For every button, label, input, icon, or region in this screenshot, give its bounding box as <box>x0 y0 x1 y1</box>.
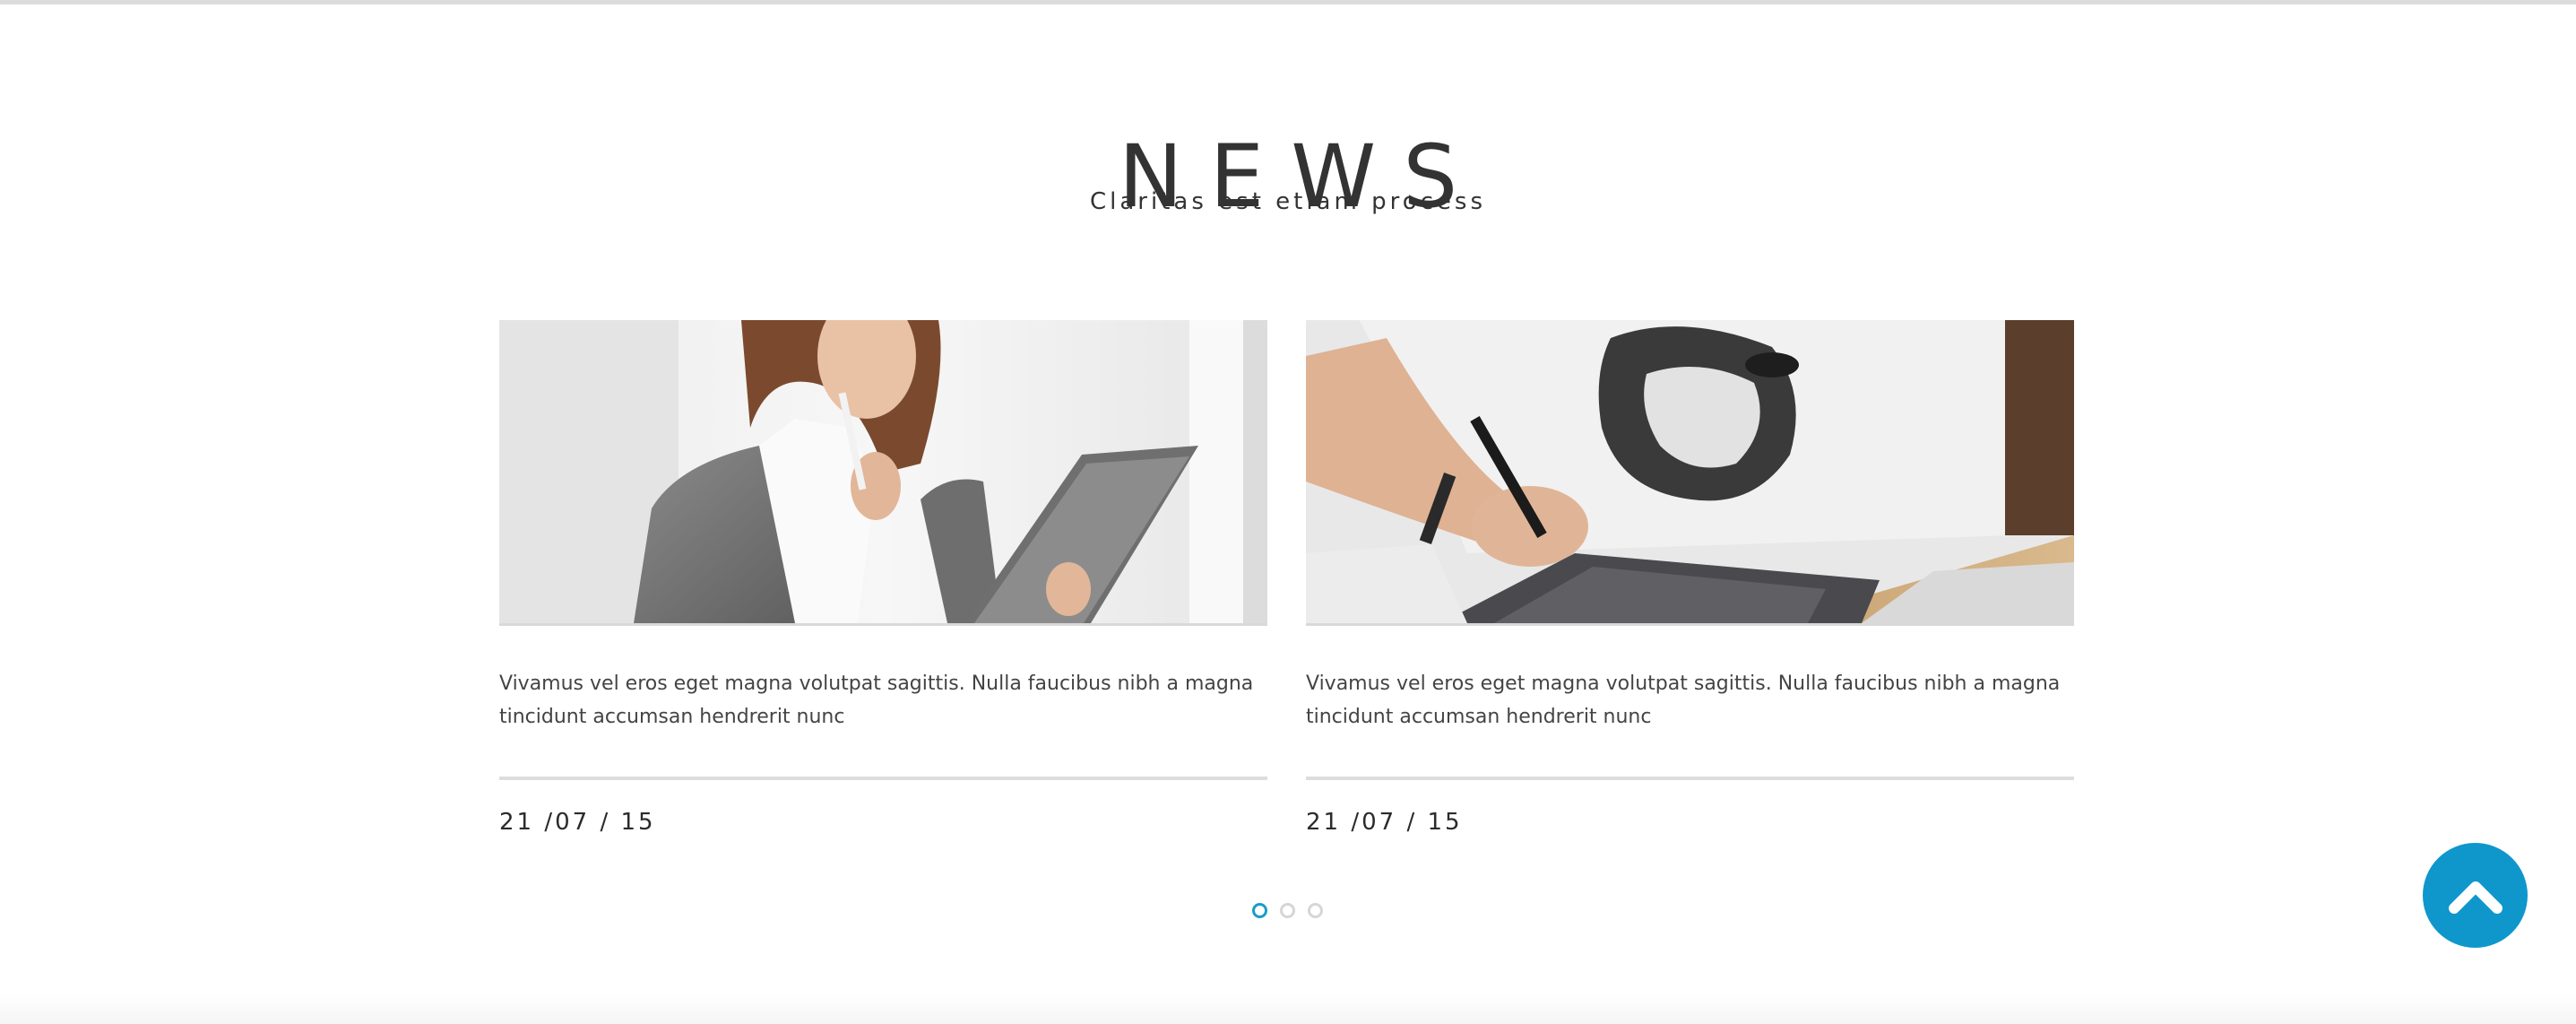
news-date: 21 /07 / 15 <box>1306 809 1463 836</box>
news-page: NEWS Claritas est etiam process Vivamus … <box>0 0 2576 1024</box>
news-excerpt: Vivamus vel eros eget magna volutpat sag… <box>1306 673 2061 728</box>
news-image-woman[interactable] <box>499 320 1267 626</box>
section-subtitle: Claritas est etiam process <box>1089 188 1486 215</box>
woman-with-clipboard-photo <box>499 320 1267 623</box>
carousel-dot-3[interactable] <box>1308 903 1323 918</box>
news-image-man[interactable] <box>1306 320 2074 626</box>
scroll-to-top-button[interactable] <box>2423 843 2528 948</box>
chevron-up-icon <box>2448 881 2503 914</box>
card-divider <box>499 777 1267 780</box>
man-drawing-on-tablet-photo <box>1306 320 2074 623</box>
news-date: 21 /07 / 15 <box>499 809 656 836</box>
carousel-dot-1[interactable] <box>1252 903 1267 918</box>
news-card: Vivamus vel eros eget magna volutpat sag… <box>499 320 1267 837</box>
card-divider <box>1306 777 2074 780</box>
carousel-dot-2[interactable] <box>1280 903 1295 918</box>
news-excerpt: Vivamus vel eros eget magna volutpat sag… <box>499 673 1254 728</box>
footer-edge <box>0 994 2576 1024</box>
carousel-pagination <box>1252 903 1323 918</box>
news-card: Vivamus vel eros eget magna volutpat sag… <box>1306 320 2074 837</box>
top-divider <box>0 0 2576 4</box>
